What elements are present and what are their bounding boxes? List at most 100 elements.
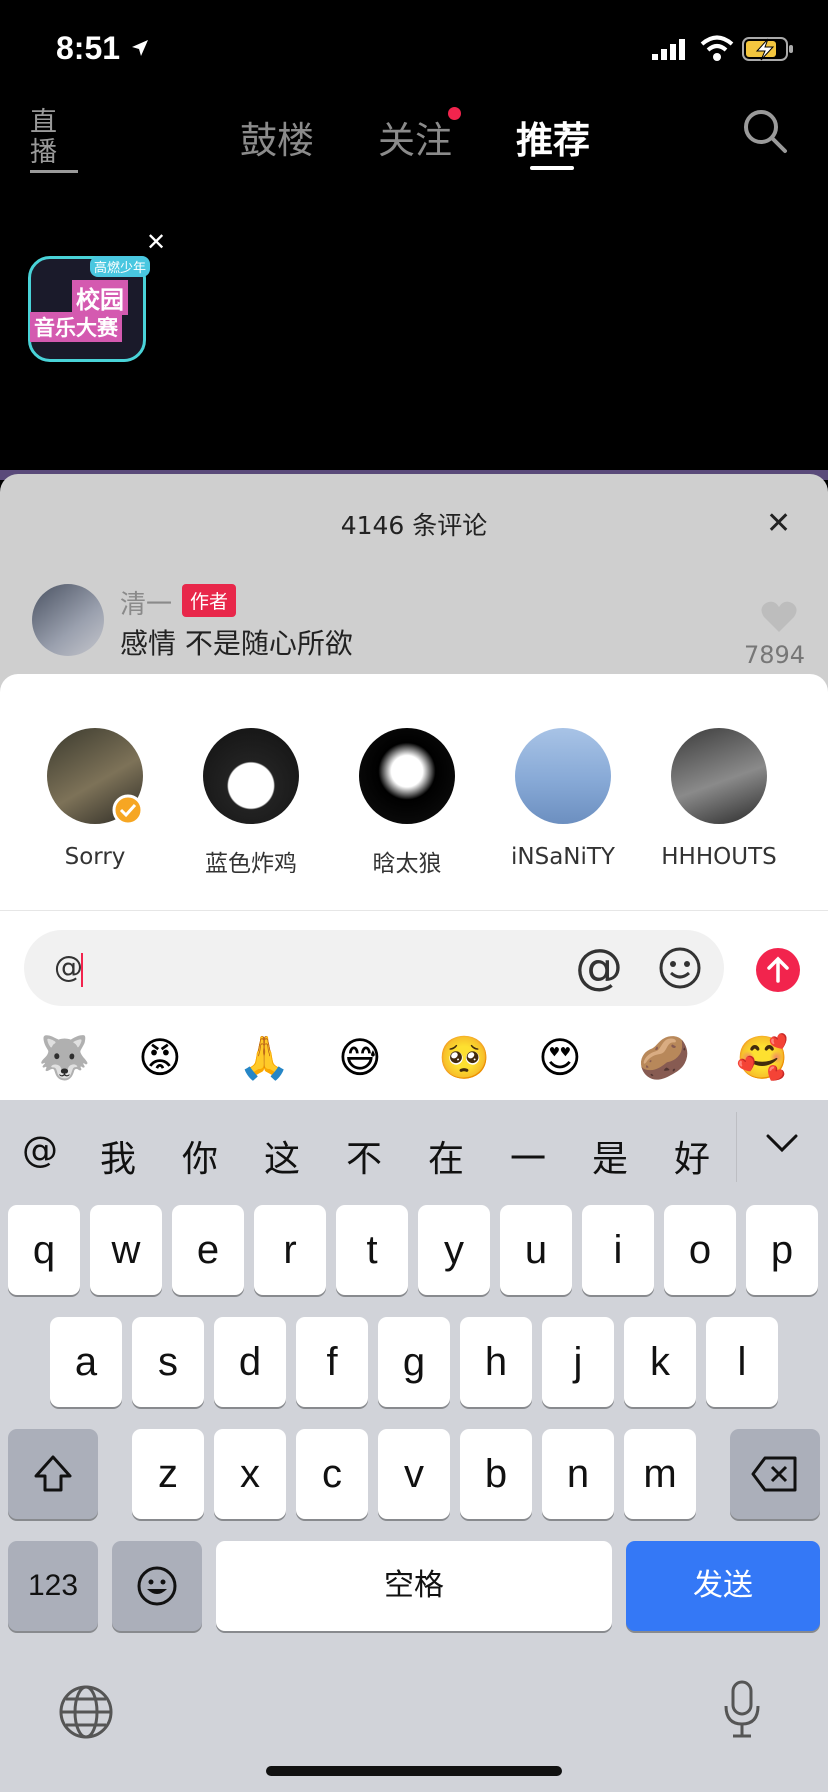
mention-user-avatar[interactable]	[515, 728, 611, 824]
promo-line1: 校园	[72, 280, 128, 315]
mention-user-name[interactable]: Sorry	[15, 844, 175, 870]
key[interactable]: s	[132, 1317, 204, 1407]
campus-music-promo-badge[interactable]: 高燃少年 校园 音乐大赛	[24, 246, 154, 366]
candidate-word[interactable]: 我	[100, 1130, 136, 1182]
key[interactable]: k	[624, 1317, 696, 1407]
search-icon[interactable]	[742, 108, 788, 154]
live-icon[interactable]: 直播	[30, 108, 78, 173]
quick-emoji[interactable]: 🙏	[238, 1032, 290, 1084]
promo-tag: 高燃少年	[90, 256, 151, 277]
key[interactable]: p	[746, 1205, 818, 1295]
author-badge: 作者	[182, 584, 237, 617]
key[interactable]: v	[378, 1429, 450, 1519]
candidate-separator	[736, 1112, 737, 1182]
candidate-word[interactable]: 好	[674, 1130, 710, 1182]
home-indicator	[266, 1766, 562, 1776]
cellular-signal-icon	[652, 39, 685, 60]
comment-author[interactable]: 清一	[120, 584, 172, 621]
active-tab-indicator	[530, 166, 574, 170]
quick-emoji[interactable]: 🥰	[736, 1032, 788, 1084]
space-key[interactable]: 空格	[216, 1541, 612, 1631]
backspace-key[interactable]	[730, 1429, 820, 1519]
emoji-face-icon[interactable]	[658, 946, 702, 990]
chevron-down-icon[interactable]	[764, 1128, 800, 1156]
key[interactable]: r	[254, 1205, 326, 1295]
wifi-icon	[700, 35, 734, 61]
verified-badge-icon	[112, 794, 144, 826]
key[interactable]: q	[8, 1205, 80, 1295]
shift-key[interactable]	[8, 1429, 98, 1519]
keyboard-send-key[interactable]: 发送	[626, 1541, 820, 1631]
mention-user-avatar[interactable]	[203, 728, 299, 824]
key[interactable]: g	[378, 1317, 450, 1407]
candidate-word[interactable]: @	[22, 1130, 58, 1171]
candidate-word[interactable]: 一	[510, 1130, 546, 1182]
promo-close-icon[interactable]: ✕	[146, 228, 166, 256]
tab-recommended[interactable]: 推荐	[516, 110, 590, 164]
arrow-up-icon	[767, 956, 789, 983]
emoji-face-icon	[137, 1566, 177, 1606]
notification-dot	[448, 107, 461, 120]
key[interactable]: n	[542, 1429, 614, 1519]
shift-arrow-icon	[34, 1455, 72, 1492]
key[interactable]: l	[706, 1317, 778, 1407]
quick-emoji[interactable]: 😍	[538, 1032, 582, 1084]
mention-user-name[interactable]: iNSaNiTY	[483, 844, 643, 870]
backspace-icon	[751, 1456, 797, 1492]
key[interactable]: y	[418, 1205, 490, 1295]
promo-line2: 音乐大赛	[30, 312, 122, 342]
candidate-word[interactable]: 你	[182, 1130, 218, 1182]
live-icon-text: 直播	[30, 108, 78, 173]
comment-input-value[interactable]: @	[54, 950, 83, 984]
key[interactable]: j	[542, 1317, 614, 1407]
mention-user-name[interactable]: HHHOUTS	[639, 844, 799, 870]
battery-charging-icon	[742, 37, 793, 61]
key[interactable]: f	[296, 1317, 368, 1407]
location-arrow-icon	[132, 40, 148, 56]
candidate-word[interactable]: 是	[592, 1130, 628, 1182]
comment-text[interactable]: 感情 不是随心所欲	[120, 622, 353, 662]
key[interactable]: b	[460, 1429, 532, 1519]
close-icon[interactable]: ✕	[766, 506, 791, 541]
mention-user-name[interactable]: 晗太狼	[327, 844, 487, 878]
mention-user-name[interactable]: 蓝色炸鸡	[171, 844, 331, 878]
key[interactable]: a	[50, 1317, 122, 1407]
numbers-key[interactable]: 123	[8, 1541, 98, 1631]
panel-divider	[0, 910, 828, 911]
quick-emoji[interactable]: 🐺	[38, 1032, 90, 1084]
candidate-word[interactable]: 这	[264, 1130, 300, 1182]
key[interactable]: i	[582, 1205, 654, 1295]
key[interactable]: w	[90, 1205, 162, 1295]
key[interactable]: d	[214, 1317, 286, 1407]
key[interactable]: u	[500, 1205, 572, 1295]
quick-emoji[interactable]: 🥺	[438, 1032, 490, 1084]
candidate-word[interactable]: 在	[428, 1130, 464, 1182]
candidate-word[interactable]: 不	[346, 1130, 382, 1182]
tab-following[interactable]: 关注	[378, 110, 452, 164]
quick-emoji[interactable]: 😅	[338, 1032, 382, 1084]
text-caret	[81, 953, 83, 987]
status-time: 8:51	[56, 30, 121, 66]
quick-emoji[interactable]: 🥔	[638, 1032, 690, 1084]
send-comment-button[interactable]	[756, 948, 800, 992]
tab-local[interactable]: 鼓楼	[240, 110, 314, 164]
heart-icon[interactable]	[760, 600, 798, 634]
key[interactable]: m	[624, 1429, 696, 1519]
key[interactable]: o	[664, 1205, 736, 1295]
key[interactable]: h	[460, 1317, 532, 1407]
key[interactable]: z	[132, 1429, 204, 1519]
comment-count-title: 4146 条评论	[340, 511, 488, 540]
mention-user-avatar[interactable]	[359, 728, 455, 824]
emoji-key[interactable]	[112, 1541, 202, 1631]
mention-user-avatar[interactable]	[671, 728, 767, 824]
globe-icon[interactable]	[58, 1684, 114, 1740]
comment-avatar[interactable]	[32, 584, 104, 656]
at-mention-icon[interactable]: @	[575, 941, 623, 993]
microphone-icon[interactable]	[722, 1680, 762, 1740]
like-count: 7894	[744, 641, 806, 669]
quick-emoji[interactable]: 😡	[138, 1032, 182, 1084]
key[interactable]: e	[172, 1205, 244, 1295]
key[interactable]: x	[214, 1429, 286, 1519]
key[interactable]: c	[296, 1429, 368, 1519]
key[interactable]: t	[336, 1205, 408, 1295]
